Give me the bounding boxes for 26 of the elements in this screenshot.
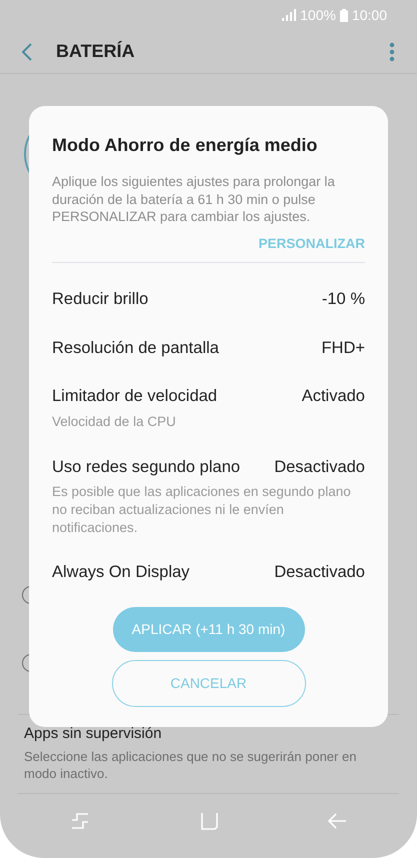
setting-label: Uso redes segundo plano: [52, 456, 240, 478]
signal-icon: [282, 9, 296, 21]
setting-value: Desactivado: [274, 456, 365, 478]
setting-description: Seleccione las aplicaciones que no se sugerirán poner en modo inactivo.: [24, 749, 358, 783]
setting-note: Es posible que las aplicaciones en segundo plano no reciban actualizaciones ni le envíen notificaciones.: [52, 483, 352, 536]
setting-label: Resolución de pantalla: [52, 338, 219, 359]
back-icon[interactable]: [327, 813, 347, 829]
setting-value: FHD+: [321, 338, 365, 359]
customize-link[interactable]: PERSONALIZAR: [258, 234, 365, 254]
setting-title: Apps sin supervisión: [24, 724, 163, 744]
battery-icon: [340, 8, 348, 22]
setting-value: Desactivado: [274, 562, 365, 584]
cancel-button[interactable]: CANCELAR: [112, 660, 306, 707]
dialog-message: Aplique los siguientes ajustes para prolongar la duración de la batería a 61 h 30 min o pulse PERSONALIZAR para cambiar los ajustes.: [52, 173, 336, 226]
setting-label: Reducir brillo: [52, 288, 148, 310]
apply-button[interactable]: APLICAR (+11 h 30 min): [112, 606, 304, 652]
setting-label: Limitador de velocidad: [52, 386, 218, 408]
setting-value: -10 %: [322, 288, 365, 310]
setting-value: Activado: [302, 386, 365, 408]
dialog-title: Modo Ahorro de energía medio: [52, 134, 318, 157]
setting-note: Velocidad de la CPU: [52, 413, 177, 431]
more-options-icon[interactable]: [389, 42, 395, 62]
home-icon[interactable]: [200, 812, 218, 830]
screen-title: BATERÍA: [56, 40, 136, 63]
recent-apps-icon[interactable]: [70, 812, 90, 830]
setting-label: Always On Display: [52, 562, 190, 584]
